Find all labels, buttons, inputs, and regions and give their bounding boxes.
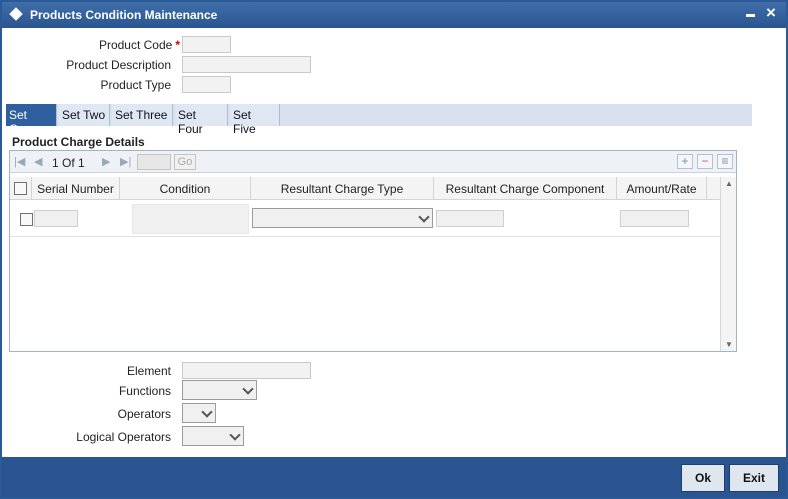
chevron-down-icon <box>229 429 241 441</box>
pager-current: 1 <box>52 156 59 170</box>
functions-label: Functions <box>118 384 171 398</box>
serial-number-input[interactable] <box>34 210 78 227</box>
grid-vertical-scrollbar[interactable]: ▲ ▼ <box>720 177 736 351</box>
list-icon[interactable]: ≡ <box>717 154 733 169</box>
tab-set-five[interactable]: Set Five <box>230 104 280 136</box>
close-button[interactable]: × <box>766 4 776 22</box>
column-condition[interactable]: Condition <box>120 177 251 200</box>
column-serial-number[interactable]: Serial Number <box>32 177 120 200</box>
pager-total: 1 <box>78 156 85 170</box>
element-label: Element <box>126 364 171 378</box>
functions-select[interactable] <box>182 380 257 400</box>
tab-set-two[interactable]: Set Two <box>59 104 110 126</box>
window-title: Products Condition Maintenance <box>30 8 218 22</box>
row-checkbox[interactable] <box>20 213 33 226</box>
product-code-label: Product Code * <box>62 38 180 52</box>
last-page-icon[interactable]: ▶| <box>120 155 131 168</box>
chevron-down-icon <box>418 211 430 223</box>
diamond-icon <box>9 7 23 21</box>
charge-component-input[interactable] <box>436 210 504 227</box>
grid-pager: |◀ ◀ 1 Of 1 ▶ ▶| Go + − ≡ <box>10 151 736 173</box>
operators-label: Operators <box>117 407 171 421</box>
condition-input[interactable] <box>132 204 249 234</box>
tab-set-one[interactable]: Set One <box>6 104 57 136</box>
prev-page-icon[interactable]: ◀ <box>34 155 42 168</box>
pager-of-label: Of <box>62 156 75 170</box>
title-bar: Products Condition Maintenance × <box>2 2 786 28</box>
product-description-input[interactable] <box>182 56 311 73</box>
column-charge-type[interactable]: Resultant Charge Type <box>251 177 434 200</box>
go-button[interactable]: Go <box>174 154 196 170</box>
chevron-down-icon <box>242 383 254 395</box>
product-description-label: Product Description <box>66 58 171 72</box>
column-charge-component[interactable]: Resultant Charge Component <box>434 177 617 200</box>
section-title: Product Charge Details <box>12 135 145 149</box>
product-type-label: Product Type <box>100 78 172 92</box>
logical-operators-label: Logical Operators <box>76 430 171 444</box>
page-number-input[interactable] <box>137 154 171 170</box>
charge-type-select[interactable] <box>252 208 433 228</box>
column-amount-rate[interactable]: Amount/Rate <box>617 177 707 200</box>
product-type-input[interactable] <box>182 76 231 93</box>
scroll-up-icon[interactable]: ▲ <box>725 179 733 188</box>
set-tabs: Set One Set Two Set Three Set Four Set F… <box>6 104 752 136</box>
select-all-checkbox[interactable] <box>14 182 27 195</box>
ok-button[interactable]: Ok <box>681 464 725 492</box>
tab-set-four[interactable]: Set Four <box>175 104 228 136</box>
header-select-cell <box>10 177 32 200</box>
plus-icon[interactable]: + <box>677 154 693 169</box>
next-page-icon[interactable]: ▶ <box>102 155 110 168</box>
required-asterisk: * <box>175 38 180 52</box>
pager-text: 1 Of 1 <box>52 156 85 170</box>
minus-icon[interactable]: − <box>697 154 713 169</box>
tab-set-three[interactable]: Set Three <box>112 104 173 126</box>
grid-header: Serial Number Condition Resultant Charge… <box>10 177 720 200</box>
operators-select[interactable] <box>182 403 216 423</box>
logical-operators-select[interactable] <box>182 426 244 446</box>
exit-button[interactable]: Exit <box>729 464 779 492</box>
product-code-input[interactable] <box>182 36 231 53</box>
product-code-label-text: Product Code <box>98 38 173 52</box>
products-condition-window: Products Condition Maintenance × Product… <box>0 0 788 499</box>
product-charge-grid: |◀ ◀ 1 Of 1 ▶ ▶| Go + − ≡ Serial Number … <box>9 150 737 352</box>
table-row <box>10 200 720 237</box>
scroll-down-icon[interactable]: ▼ <box>725 340 733 349</box>
footer-bar: Ok Exit <box>2 457 786 497</box>
minimize-button[interactable] <box>746 14 755 17</box>
chevron-down-icon <box>201 406 213 418</box>
first-page-icon[interactable]: |◀ <box>14 155 25 168</box>
element-input[interactable] <box>182 362 311 379</box>
amount-rate-input[interactable] <box>620 210 689 227</box>
